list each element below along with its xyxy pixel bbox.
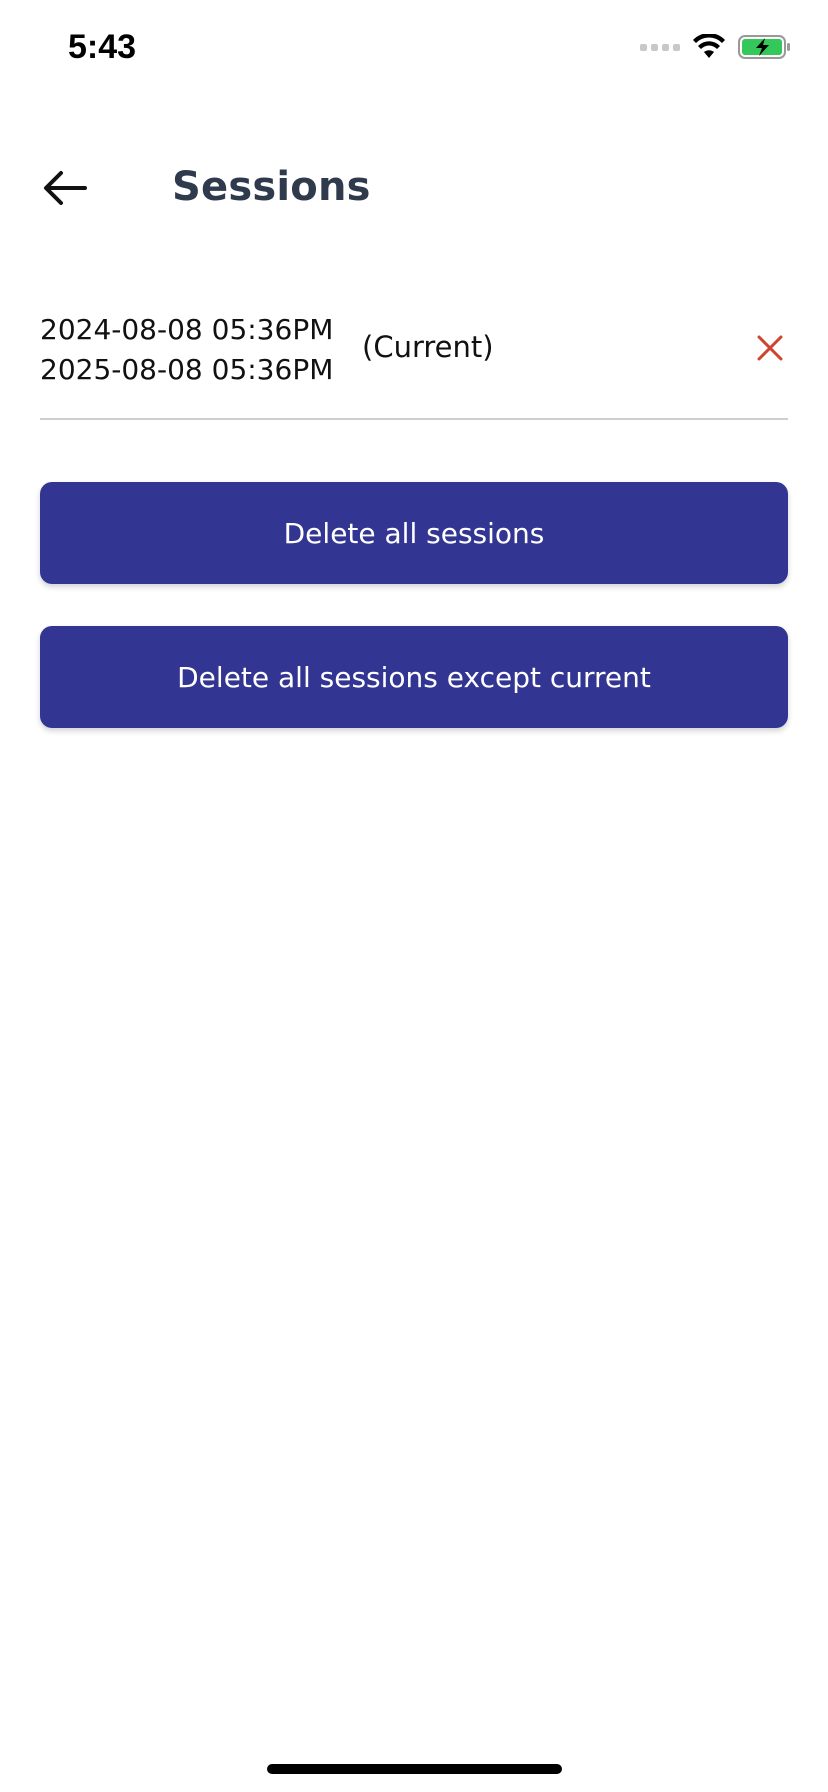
- delete-session-button[interactable]: [752, 330, 788, 366]
- battery-charging-icon: [738, 35, 790, 59]
- status-icons: [640, 34, 792, 60]
- delete-all-sessions-button[interactable]: Delete all sessions: [40, 482, 788, 584]
- back-button[interactable]: [38, 164, 92, 212]
- session-start-date: 2024-08-08 05:36PM: [40, 313, 334, 346]
- page-title: Sessions: [172, 164, 371, 210]
- wifi-icon: [693, 34, 725, 58]
- home-indicator: [267, 1764, 562, 1774]
- arrow-left-icon: [44, 171, 87, 205]
- sessions-screen: 5:43 Sessions 2024-08-08 05:36PM 2025-08…: [0, 0, 828, 1792]
- session-current-label: (Current): [362, 330, 494, 364]
- session-dates: 2024-08-08 05:36PM 2025-08-08 05:36PM: [40, 310, 333, 390]
- signal-dots-icon: [640, 43, 680, 51]
- session-item: 2024-08-08 05:36PM 2025-08-08 05:36PM (C…: [40, 306, 788, 420]
- delete-all-except-current-button[interactable]: Delete all sessions except current: [40, 626, 788, 728]
- status-bar: 5:43: [0, 0, 828, 100]
- session-end-date: 2025-08-08 05:36PM: [40, 353, 334, 386]
- status-time: 5:43: [68, 28, 137, 66]
- close-icon: [757, 335, 783, 361]
- header: Sessions: [0, 150, 828, 230]
